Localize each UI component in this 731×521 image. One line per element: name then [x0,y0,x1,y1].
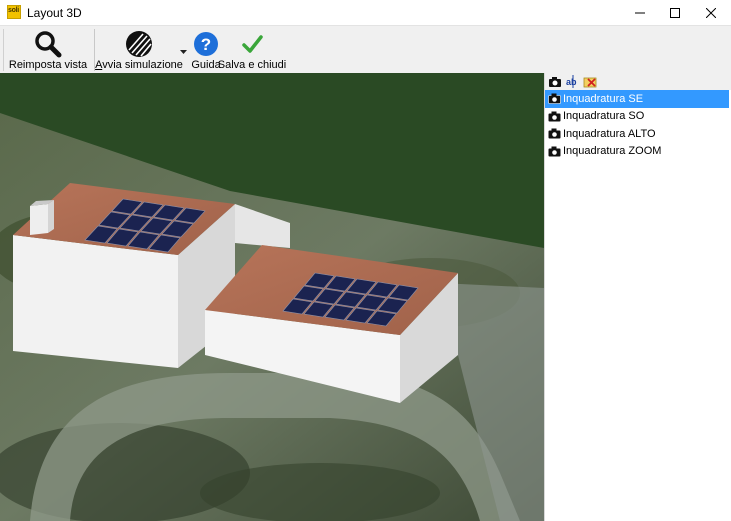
magnifier-icon [34,29,62,59]
maximize-button[interactable] [656,0,694,25]
help-icon: ? [193,29,219,59]
save-close-button[interactable]: Salva e chiudi [218,26,286,74]
app-logo-icon: soli [7,5,21,19]
close-icon [706,7,716,18]
chimney [30,204,48,235]
delete-icon [583,77,597,88]
delete-shot-button[interactable] [583,74,598,89]
3d-viewport[interactable] [0,73,544,521]
start-simulation-label: Avvia simulazione [95,59,183,71]
save-close-label: Salva e chiudi [217,59,287,71]
shots-panel: ab Inquadratura SE Inquadratura SO Inqua… [544,73,731,521]
window-title: Layout 3D [27,6,82,20]
shot-item-so[interactable]: Inquadratura SO [545,108,731,126]
shot-label: Inquadratura ZOOM [563,145,662,158]
shot-label: Inquadratura SO [563,110,645,123]
rename-shot-button[interactable]: ab [565,74,580,89]
shot-label: Inquadratura SE [563,92,644,105]
building-left-front-wall [13,235,178,368]
camera-icon [548,111,561,122]
reset-view-label: Reimposta vista [8,59,88,71]
help-label: Guida [191,59,221,71]
shots-toolbar: ab [545,73,731,90]
minimize-button[interactable] [621,0,659,25]
3d-scene [0,113,544,521]
svg-text:ab: ab [566,77,577,87]
shots-list: Inquadratura SE Inquadratura SO Inquadra… [545,90,731,160]
camera-icon [548,128,561,139]
checkmark-icon [241,29,263,59]
reset-view-button[interactable]: Reimposta vista [9,26,87,74]
camera-icon [548,146,561,157]
maximize-icon [670,7,680,18]
close-button[interactable] [692,0,730,25]
add-shot-button[interactable] [547,74,562,89]
minimize-icon [635,12,645,13]
shot-label: Inquadratura ALTO [563,127,656,140]
camera-icon [548,93,561,105]
toolbar-grip [3,29,4,71]
sun-shadow-icon [125,29,153,59]
start-simulation-button[interactable]: Avvia simulazione [95,26,183,74]
shot-item-zoom[interactable]: Inquadratura ZOOM [545,143,731,161]
chevron-down-icon [180,50,187,54]
title-bar: soli Layout 3D [0,0,731,25]
simulation-dropdown-arrow[interactable] [180,45,188,54]
shot-item-se[interactable]: Inquadratura SE [545,90,729,108]
svg-text:?: ? [201,35,211,54]
rename-icon: ab [566,75,577,88]
toolbar: Reimposta vista Avvia simulazione ? Guid… [0,25,731,73]
camera-add-icon [548,76,561,87]
shot-item-alto[interactable]: Inquadratura ALTO [545,125,731,143]
help-button[interactable]: ? Guida [191,26,221,74]
